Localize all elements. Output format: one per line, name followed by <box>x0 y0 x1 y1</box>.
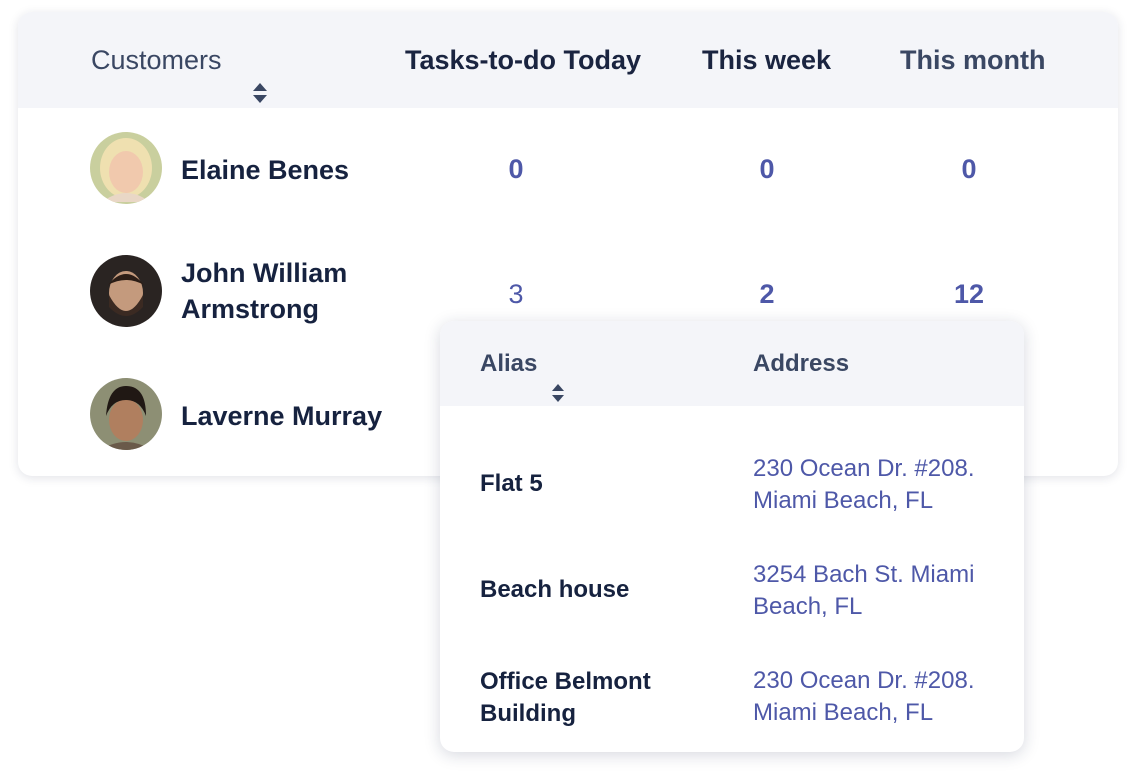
column-header-this-month[interactable]: This month <box>900 12 1045 108</box>
column-header-customers-label: Customers <box>91 45 222 75</box>
avatar <box>90 255 162 327</box>
address-text[interactable]: 230 Ocean Dr. #208. Miami Beach, FL <box>753 453 1013 517</box>
sort-icon[interactable] <box>252 48 268 103</box>
customer-name[interactable]: Elaine Benes <box>181 152 349 188</box>
address-text[interactable]: 3254 Bach St. Miami Beach, FL <box>753 559 1013 623</box>
address-alias[interactable]: Beach house <box>480 574 700 606</box>
tasks-today-count: 0 <box>508 154 524 184</box>
this-week-count: 2 <box>759 279 775 309</box>
table-row[interactable]: John William Armstrong 3 2 12 <box>18 255 1118 331</box>
sort-icon[interactable] <box>551 353 565 402</box>
column-header-tasks-today[interactable]: Tasks-to-do Today <box>405 12 641 108</box>
column-header-customers[interactable]: Customers <box>91 12 268 108</box>
column-header-address[interactable]: Address <box>753 321 849 406</box>
customers-table-header: Customers Tasks-to-do Today This week Th… <box>18 12 1118 108</box>
this-month-count: 12 <box>953 279 985 309</box>
address-popup: Alias Address Flat 5 230 Ocean Dr. #208.… <box>440 321 1024 752</box>
column-header-alias[interactable]: Alias <box>480 321 565 406</box>
address-alias[interactable]: Flat 5 <box>480 468 700 500</box>
address-alias[interactable]: Office Belmont Building <box>480 666 700 730</box>
column-header-this-week[interactable]: This week <box>702 12 831 108</box>
column-header-alias-label: Alias <box>480 350 538 377</box>
customer-name[interactable]: Laverne Murray <box>181 398 382 434</box>
tasks-today-count: 3 <box>508 279 524 309</box>
avatar <box>90 132 162 204</box>
customer-name[interactable]: John William Armstrong <box>181 255 347 327</box>
avatar <box>90 378 162 450</box>
this-month-count: 0 <box>961 154 977 184</box>
address-text[interactable]: 230 Ocean Dr. #208. Miami Beach, FL <box>753 665 1013 729</box>
table-row[interactable]: Elaine Benes 0 0 0 <box>18 132 1118 208</box>
this-week-count: 0 <box>759 154 775 184</box>
address-popup-header: Alias Address <box>440 321 1024 406</box>
